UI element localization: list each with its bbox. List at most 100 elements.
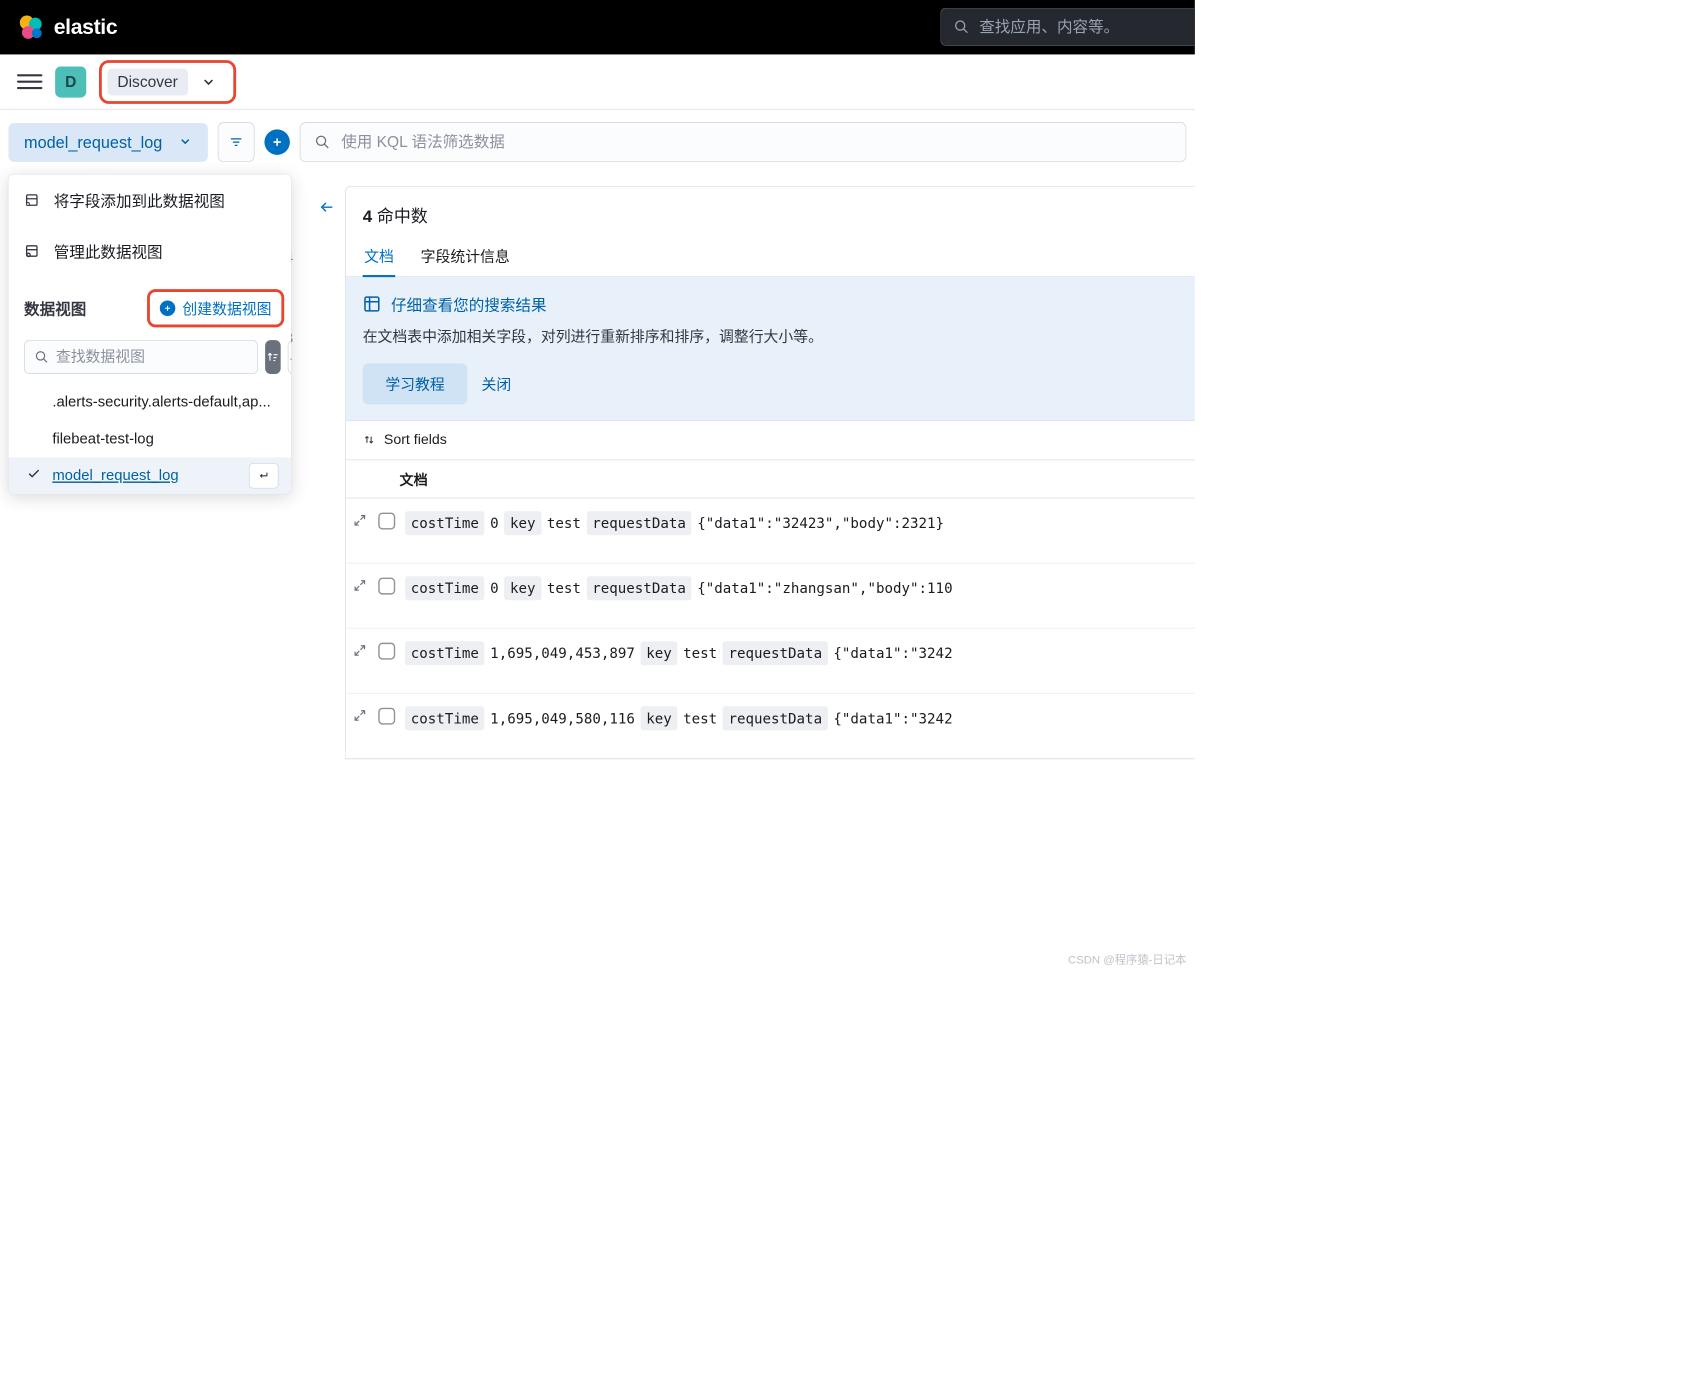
row-checkbox[interactable] — [378, 642, 395, 659]
inspect-icon — [363, 295, 381, 313]
global-search[interactable] — [940, 8, 1195, 46]
kql-input-wrap[interactable] — [300, 122, 1187, 162]
collapse-sidebar-button[interactable] — [318, 199, 335, 218]
dataview-search[interactable] — [24, 340, 258, 374]
dataview-popover: 将字段添加到此数据视图 管理此数据视图 数据视图 创建数据视图 — [8, 175, 291, 495]
close-tip-button[interactable]: 关闭 — [481, 373, 511, 394]
main-area: ) 4 3 将字段添加到此数据视图 管理此数据视图 数据视图 创建数据视图 — [0, 175, 1195, 759]
brand-logo[interactable]: elastic — [17, 13, 117, 41]
menu-item-label: 将字段添加到此数据视图 — [54, 189, 225, 212]
add-field-menu-item[interactable]: 将字段添加到此数据视图 — [8, 175, 291, 226]
expand-icon — [353, 708, 367, 722]
expand-row-button[interactable] — [353, 578, 369, 594]
expand-row-button[interactable] — [353, 643, 369, 659]
expand-icon — [353, 513, 367, 527]
sort-fields-label: Sort fields — [384, 432, 447, 448]
breadcrumb-app-highlight: Discover — [99, 60, 236, 104]
field-value: test — [547, 512, 581, 533]
row-checkbox[interactable] — [378, 577, 395, 594]
dataview-selector[interactable]: model_request_log — [8, 123, 207, 162]
table-row: costTime1,695,049,580,116 keytest reques… — [346, 693, 1195, 758]
dataview-name: filebeat-test-log — [52, 431, 154, 448]
field-name: key — [641, 641, 678, 665]
add-filter-button[interactable] — [264, 129, 289, 154]
tip-callout: 仔细查看您的搜索结果 在文档表中添加相关字段，对列进行重新排序和排序，调整行大小… — [346, 277, 1195, 420]
kql-input[interactable] — [341, 133, 1171, 151]
create-dataview-label: 创建数据视图 — [182, 298, 271, 319]
dataview-selected-label: model_request_log — [24, 133, 162, 152]
collapse-icon — [318, 199, 335, 216]
create-dataview-button[interactable]: 创建数据视图 — [147, 289, 284, 327]
hit-count: 4 命中数 — [346, 187, 1195, 236]
field-value: {"data1":"zhangsan","body":110 — [697, 577, 952, 598]
dataview-list-item[interactable]: .alerts-security.alerts-default,ap... — [8, 384, 291, 421]
global-header: elastic — [0, 0, 1195, 54]
field-value: 0 — [490, 512, 499, 533]
tab-documents[interactable]: 文档 — [363, 235, 396, 276]
field-name: costTime — [405, 641, 484, 665]
filter-button[interactable] — [218, 122, 255, 162]
dataview-list-item[interactable]: model_request_log — [8, 457, 291, 494]
field-name: key — [504, 511, 541, 535]
expand-row-button[interactable] — [353, 513, 369, 529]
dataview-search-input[interactable] — [56, 349, 248, 366]
doc-column-header: 文档 — [346, 459, 1195, 498]
expand-icon — [353, 578, 367, 592]
chevron-down-icon — [178, 134, 192, 150]
table-row: costTime 1,695,049,453,897 keytest reques… — [346, 628, 1195, 693]
plus-icon — [271, 136, 284, 149]
global-search-input[interactable] — [979, 18, 1183, 36]
sort-desc-icon — [288, 350, 291, 364]
add-field-icon — [24, 192, 40, 208]
enter-key-badge — [249, 463, 279, 488]
plus-circle-icon — [160, 300, 176, 316]
elastic-logo-icon — [17, 13, 45, 41]
table-row: costTime0 keytest requestData{"data1":"3… — [346, 498, 1195, 563]
field-value: 1,695,049,453,897 — [490, 642, 635, 663]
search-icon — [954, 19, 970, 35]
sort-asc-button[interactable] — [265, 340, 281, 374]
chevron-down-icon[interactable] — [200, 74, 216, 90]
field-name: requestData — [723, 641, 828, 665]
expand-icon — [353, 643, 367, 657]
row-checkbox[interactable] — [378, 707, 395, 724]
field-name: requestData — [587, 511, 692, 535]
field-name: costTime — [405, 576, 484, 600]
dataview-list-item[interactable]: filebeat-test-log — [8, 421, 291, 458]
check-icon — [27, 467, 41, 485]
learn-button[interactable]: 学习教程 — [363, 363, 468, 404]
section-label: 数据视图 — [24, 297, 86, 320]
table-row: costTime0 keytest requestData{"data1":"z… — [346, 563, 1195, 628]
results-tabs: 文档 字段统计信息 — [346, 235, 1195, 277]
search-icon — [314, 134, 330, 150]
field-name: key — [504, 576, 541, 600]
manage-dataview-menu-item[interactable]: 管理此数据视图 — [8, 226, 291, 277]
field-name: requestData — [587, 576, 692, 600]
field-value: test — [683, 642, 717, 663]
results-panel: 4 命中数 文档 字段统计信息 仔细查看您的搜索结果 在文档表中添加相关字段，对… — [345, 186, 1195, 759]
space-badge[interactable]: D — [55, 66, 86, 97]
tab-field-stats[interactable]: 字段统计信息 — [419, 235, 511, 276]
doc-source: costTime0 keytest requestData{"data1":"z… — [405, 576, 952, 600]
sort-fields-button[interactable]: Sort fields — [346, 420, 1195, 459]
watermark: CSDN @程序猿-日记本 — [1068, 950, 1186, 967]
hit-count-label: 命中数 — [377, 207, 428, 226]
menu-item-label: 管理此数据视图 — [54, 240, 163, 263]
query-bar: model_request_log — [0, 110, 1195, 175]
field-value: 1,695,049,580,116 — [490, 707, 635, 728]
field-name: costTime — [405, 706, 484, 730]
field-value: {"data1":"32423","body":2321} — [697, 512, 944, 533]
doc-source: costTime 1,695,049,453,897 keytest reques… — [405, 641, 952, 665]
row-checkbox[interactable] — [378, 512, 395, 529]
tip-title: 仔细查看您的搜索结果 — [391, 293, 547, 316]
sort-desc-button[interactable] — [288, 340, 292, 374]
tip-description: 在文档表中添加相关字段，对列进行重新排序和排序，调整行大小等。 — [363, 325, 1178, 349]
return-icon — [256, 469, 272, 482]
nav-menu-button[interactable] — [17, 69, 42, 94]
expand-row-button[interactable] — [353, 708, 369, 724]
app-name-pill[interactable]: Discover — [107, 68, 187, 95]
filter-icon — [228, 134, 244, 150]
field-name: key — [641, 706, 678, 730]
field-value: test — [547, 577, 581, 598]
field-value: {"data1":"3242 — [833, 642, 952, 663]
